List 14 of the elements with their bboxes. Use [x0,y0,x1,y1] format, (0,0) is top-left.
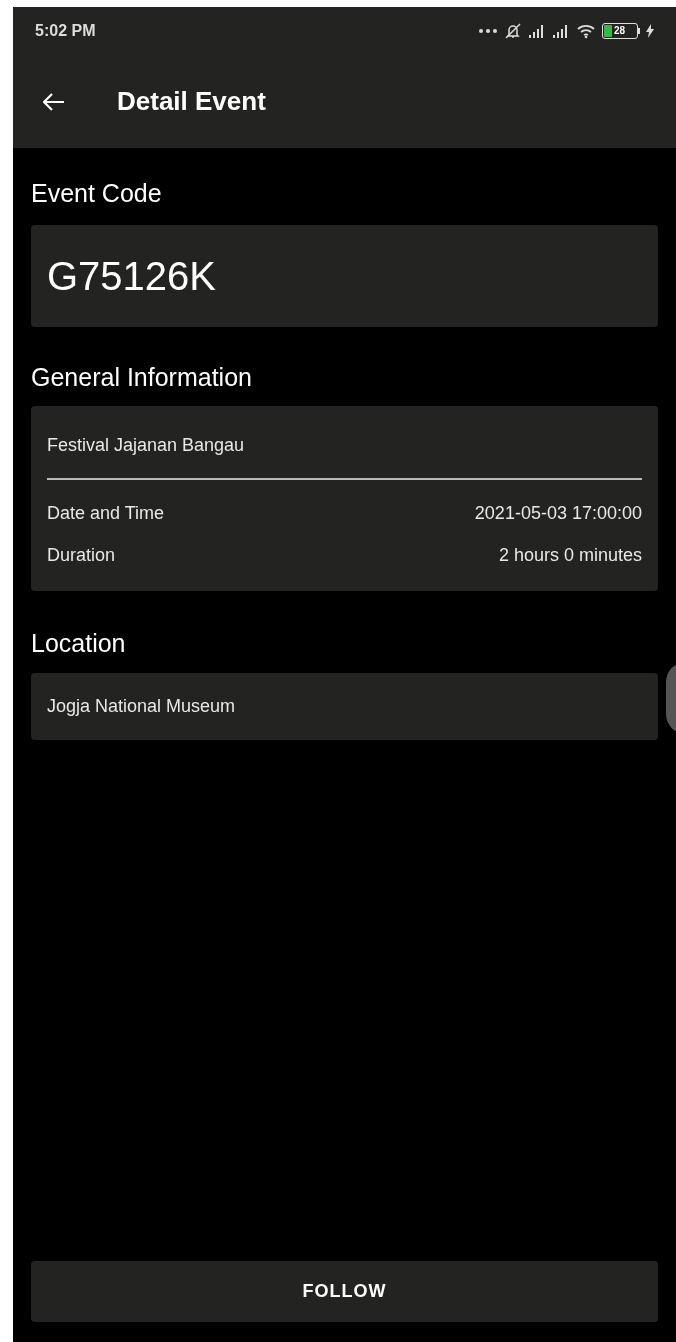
info-label: Date and Time [47,502,165,525]
follow-button[interactable]: FOLLOW [31,1261,658,1322]
location-name: Jogja National Museum [47,694,236,718]
event-name: Festival Jajanan Bangau [47,434,246,457]
info-value: 2 hours 0 minutes [498,544,642,567]
status-time: 5:02 PM [35,21,96,41]
screen-title: Detail Event [117,85,266,118]
section-heading: Location [31,628,127,659]
info-label: Duration [47,544,116,567]
section-heading: General Information [31,361,253,393]
section-heading: Event Code [31,178,163,209]
battery-level: 28 [614,26,626,36]
info-value: 2021-05-03 17:00:00 [474,502,642,525]
event-code: G75126K [47,252,217,300]
